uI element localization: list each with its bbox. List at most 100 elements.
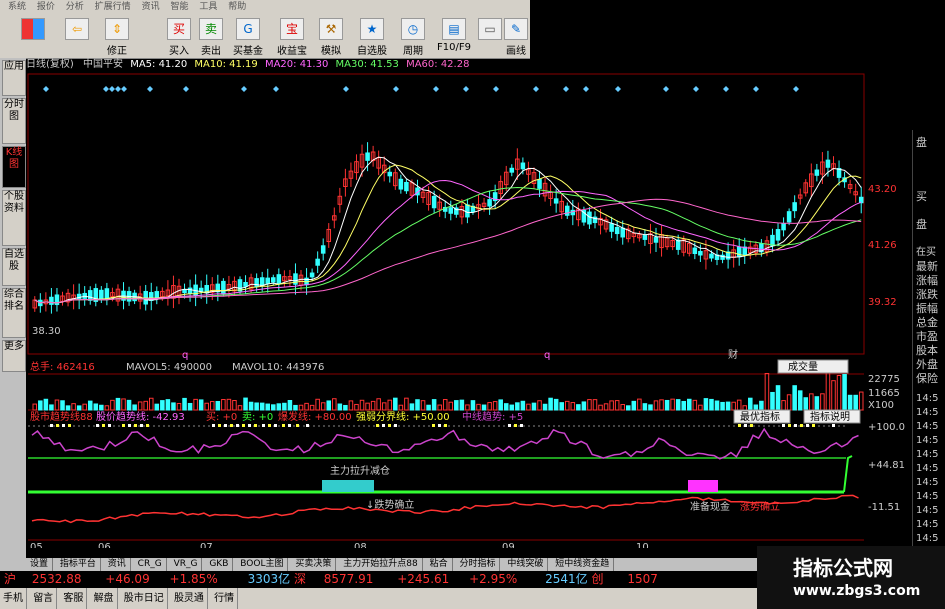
menu-analysis[interactable]: 分析 xyxy=(66,0,84,14)
candle-body xyxy=(825,159,831,168)
indicator-sell: 卖: +0 xyxy=(242,411,273,423)
right-label-8: 总金 xyxy=(916,316,938,329)
volume-bar xyxy=(370,400,376,411)
menu-tools[interactable]: 工具 xyxy=(199,0,217,14)
volume-bar xyxy=(87,400,93,411)
btab-bond[interactable]: 粘合 xyxy=(426,558,453,571)
indicator-signal-tick xyxy=(122,424,125,427)
indicator-signal-tick xyxy=(96,424,99,427)
tab-kline[interactable]: K线图 xyxy=(2,146,26,188)
right-label-4: 最新 xyxy=(916,260,938,273)
indicator-name: 股市趋势线88 xyxy=(30,410,93,423)
menu-quote[interactable]: 报价 xyxy=(37,0,55,14)
volume-bar xyxy=(786,394,792,411)
event-diamond xyxy=(121,86,127,92)
ma20-line xyxy=(34,179,862,304)
indicator-buy: 买: +0 xyxy=(206,411,237,423)
btab-intraday-indicator[interactable]: 分时指标 xyxy=(455,558,501,571)
candle-body xyxy=(814,169,820,176)
volume-bar xyxy=(381,402,387,411)
volume-bar xyxy=(76,405,82,411)
period-button[interactable]: ◷ 周期 xyxy=(396,16,430,57)
f10-button[interactable]: ▤ F10/F9 xyxy=(434,16,474,56)
event-mark-q2: q xyxy=(544,350,550,361)
sell-button[interactable]: 卖 卖出 xyxy=(196,16,226,57)
tab-intraday[interactable]: 分时图 xyxy=(2,98,26,144)
volume-bar xyxy=(814,396,820,411)
volume-bar xyxy=(831,380,836,411)
volume-bar xyxy=(337,403,343,411)
btab-vr-g[interactable]: VR_G xyxy=(170,558,203,571)
volume-bar xyxy=(809,393,814,411)
volume-bar xyxy=(232,400,237,411)
draw-line-button[interactable]: ✎ 画线 xyxy=(502,16,530,57)
candle-body xyxy=(770,234,775,247)
volume-bar xyxy=(259,402,265,411)
btab-settings[interactable]: 设置 xyxy=(26,558,54,571)
event-diamond xyxy=(533,86,539,92)
buy-fund-button[interactable]: G 买基金 xyxy=(228,16,268,57)
btab-midline-break[interactable]: 中线突破 xyxy=(503,558,549,571)
menu-ext-market[interactable]: 扩展行情 xyxy=(95,0,131,14)
volume-bar xyxy=(670,398,675,411)
indicator-burst: 爆发线: +80.00 xyxy=(278,410,352,423)
menu-smart[interactable]: 智能 xyxy=(170,0,188,14)
candle-body xyxy=(792,202,797,212)
volume-bar xyxy=(736,399,742,411)
right-time-6: 14:5 xyxy=(916,477,939,488)
pink-signal-blocks xyxy=(688,480,718,492)
indicator-axis-label-1: +100.0 xyxy=(868,422,905,433)
tab-watchlist[interactable]: 自选股 xyxy=(2,248,26,286)
btab-gkb[interactable]: GKB xyxy=(205,558,234,571)
display-button[interactable]: ▭ xyxy=(478,16,502,56)
right-label-10: 股本 xyxy=(916,344,938,357)
status-diary[interactable]: 股市日记 xyxy=(121,588,168,609)
indicator-signal-tick xyxy=(788,424,791,427)
status-service[interactable]: 客服 xyxy=(60,588,88,609)
menu-help[interactable]: 帮助 xyxy=(228,0,246,14)
status-review[interactable]: 解盘 xyxy=(91,588,118,609)
btab-cr-g[interactable]: CR_G xyxy=(134,558,167,571)
menu-info[interactable]: 资讯 xyxy=(142,0,160,14)
fix-button[interactable]: ⇕ 修正 xyxy=(102,16,132,57)
event-diamond xyxy=(493,86,499,92)
watchlist-button[interactable]: ★ 自选股 xyxy=(352,16,392,57)
grid-button[interactable] xyxy=(18,16,48,56)
buy-button[interactable]: 买 买入 xyxy=(164,16,194,57)
volume-bar xyxy=(609,400,614,411)
cyan-signal-blocks xyxy=(322,480,374,492)
treasure-button[interactable]: 宝 收益宝 xyxy=(272,16,312,57)
btab-bool[interactable]: BOOL主图 xyxy=(236,558,289,571)
volume-bar xyxy=(132,404,137,411)
status-message[interactable]: 留言 xyxy=(30,588,58,609)
indicator-axis-label-3: -11.51 xyxy=(868,502,900,513)
btab-main-force[interactable]: 主力开始拉升点88 xyxy=(339,558,423,571)
status-mobile[interactable]: 手机 xyxy=(0,588,27,609)
volume-bar xyxy=(764,372,770,411)
candle-body xyxy=(736,246,742,258)
right-time-3: 14:5 xyxy=(916,435,939,446)
volume-bar xyxy=(315,398,320,411)
status-gulingtong[interactable]: 股灵通 xyxy=(171,588,208,609)
simulate-button[interactable]: ⚒ 模拟 xyxy=(316,16,346,57)
menu-bar: 系统 报价 分析 扩展行情 资讯 智能 工具 帮助 xyxy=(0,0,530,14)
ma30-line xyxy=(34,186,862,304)
chart-area[interactable]: q q 财 38.30 43.20 41.26 39.32 总手: 462416… xyxy=(26,72,912,548)
status-market[interactable]: 行情 xyxy=(211,588,239,609)
volume-bar xyxy=(531,402,537,411)
tab-more[interactable]: 更多 xyxy=(2,340,26,372)
event-diamond xyxy=(615,86,621,92)
volume-bar xyxy=(293,404,298,411)
volume-bar xyxy=(631,400,637,411)
tab-apps[interactable]: 应用 xyxy=(2,60,26,96)
tab-stock-info[interactable]: 个股资料 xyxy=(2,190,26,246)
btab-info[interactable]: 资讯 xyxy=(104,558,131,571)
btab-short-mid-fund[interactable]: 短中线资金趋 xyxy=(551,558,615,571)
btab-indicator-platform[interactable]: 指标平台 xyxy=(56,558,101,571)
candle-body xyxy=(465,204,470,218)
menu-system[interactable]: 系统 xyxy=(8,0,26,14)
grid-icon xyxy=(21,18,45,40)
back-button[interactable]: ⇦ xyxy=(62,16,92,56)
tab-ranking[interactable]: 综合排名 xyxy=(2,288,26,338)
btab-trade-decision[interactable]: 买卖决策 xyxy=(291,558,337,571)
